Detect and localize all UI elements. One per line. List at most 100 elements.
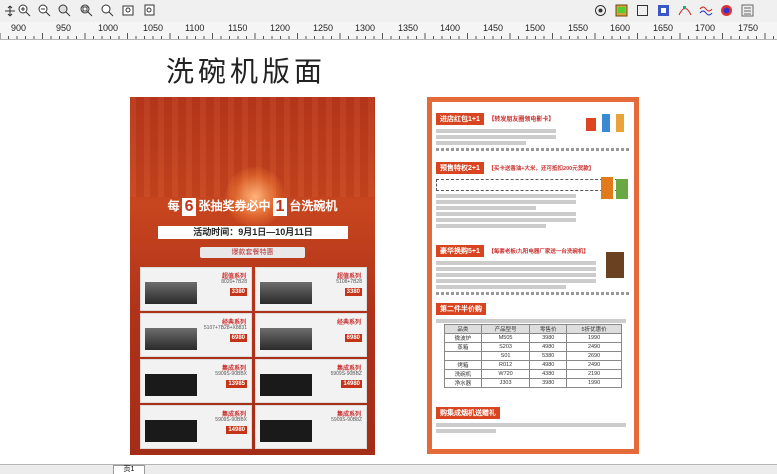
product-card[interactable]: 集成系列 5909S-90B8Z <box>255 405 367 449</box>
table-cell: 净水器 <box>444 378 482 388</box>
section-exchange: 豪华换购5+1 【每套老板/九阳电器厂家送一台洗碗机】 <box>436 240 630 295</box>
ruler-label: 900 <box>11 23 27 33</box>
table-row: 微波炉 M505 3980 1990 <box>444 333 622 343</box>
page-title: 洗碗机版面 <box>166 55 327 88</box>
bottle-icon <box>616 114 624 132</box>
table-header: 5折优惠价 <box>566 324 622 334</box>
product-card[interactable]: 集成系列 5909S-90BBX 13985 <box>140 359 252 403</box>
zoom-all-icon[interactable] <box>79 3 94 18</box>
dishwasher-icon <box>606 252 624 278</box>
ruler-label: 1400 <box>440 23 461 33</box>
table-cell: 2490 <box>566 360 622 370</box>
color-wheel-icon[interactable] <box>719 3 734 18</box>
table-cell: 烤箱 <box>444 360 482 370</box>
table-cell: 2690 <box>566 351 622 361</box>
layer-icon[interactable] <box>740 3 755 18</box>
table-cell: J303 <box>480 378 531 388</box>
section-body <box>436 423 626 433</box>
product-series: 经典系列 <box>336 320 361 326</box>
ruler-label: 1150 <box>228 23 248 33</box>
ruler-label: 1050 <box>143 23 164 33</box>
zoom-width-icon[interactable] <box>121 3 136 18</box>
section-red-envelope: 进店红包1+1 【转发朋友圈领电影卡】 <box>436 108 630 151</box>
pan-icon[interactable] <box>2 3 17 18</box>
table-cell: 4980 <box>529 360 568 370</box>
table-row: S01 5380 2690 <box>444 351 622 361</box>
toolbar <box>0 0 777 23</box>
section-label: 爆款套餐特惠 <box>200 247 305 258</box>
product-price: 14980 <box>341 380 362 388</box>
rice-bag-icon <box>616 179 628 199</box>
ruler-label: 1250 <box>313 23 334 33</box>
bitmap-icon[interactable] <box>614 3 629 18</box>
ruler-label: 1450 <box>483 23 504 33</box>
product-price: 6980 <box>344 334 362 342</box>
headline-number-1: 6 <box>181 197 197 216</box>
cooktop-image <box>260 328 312 350</box>
section-body <box>436 194 576 228</box>
ruler-label: 1550 <box>568 23 589 33</box>
product-price: 13985 <box>226 380 247 388</box>
ruler-label: 1000 <box>98 23 119 33</box>
ruler-label: 1600 <box>610 23 631 33</box>
section-tag: 【买卡送香油+大米，还可抵扣200元货款】 <box>488 166 595 172</box>
ruler-label: 1700 <box>695 23 716 33</box>
integrated-stove-image <box>145 374 197 396</box>
range-hood-image <box>260 282 312 304</box>
bottle-icon <box>602 114 610 132</box>
drawing-canvas[interactable] <box>0 40 777 465</box>
section-tag: 【转发朋友圈领电影卡】 <box>488 117 555 123</box>
zoom-selection-icon[interactable] <box>57 3 72 18</box>
table-cell: 蒸箱 <box>444 342 482 352</box>
headline-number-2: 1 <box>272 197 288 216</box>
product-model: 5108+7B28 <box>336 279 362 285</box>
headline-mid: 张抽奖券必中 <box>198 199 271 213</box>
node-edit-icon[interactable] <box>677 3 692 18</box>
product-model: 5909S-90B8Z <box>331 417 362 423</box>
product-card[interactable]: 经典系列 6980 <box>255 313 367 357</box>
integrated-stove-image <box>260 420 312 442</box>
red-envelope-icon <box>586 118 596 131</box>
zoom-in-icon[interactable] <box>17 3 32 18</box>
section-heading: 豪华换购5+1 <box>436 245 484 257</box>
curve-icon[interactable] <box>698 3 713 18</box>
zoom-page-icon[interactable] <box>100 3 115 18</box>
product-model: 5909S-90BBX <box>215 371 247 377</box>
frame-icon[interactable] <box>635 3 650 18</box>
section-heading: 进店红包1+1 <box>436 113 484 125</box>
target-icon[interactable] <box>593 3 608 18</box>
table-cell: 4980 <box>529 342 568 352</box>
table-header: 产品型号 <box>480 324 531 334</box>
ruler-label: 1350 <box>398 23 419 33</box>
table-cell: 2190 <box>566 369 622 379</box>
flyer-right[interactable]: 进店红包1+1 【转发朋友圈领电影卡】 预售特权2+1 【买卡送香油+大米，还可… <box>427 97 639 454</box>
table-row: 烤箱 R012 4980 2490 <box>444 360 622 370</box>
integrated-stove-image <box>145 420 197 442</box>
product-card[interactable]: 集成系列 5909S-90BBZ 14980 <box>255 359 367 403</box>
ruler-ticks <box>0 33 774 39</box>
table-cell: S203 <box>480 342 531 352</box>
product-card[interactable]: 经典系列 5107+7B28+X8831 6980 <box>140 313 252 357</box>
zoom-out-icon[interactable] <box>37 3 52 18</box>
product-card[interactable]: 超值系列 8020+7B28 3380 <box>140 267 252 311</box>
section-tag: 【每套老板/九阳电器厂家送一台洗碗机】 <box>488 249 589 255</box>
product-card[interactable]: 超值系列 5108+7B28 3380 <box>255 267 367 311</box>
table-cell: 4380 <box>529 369 568 379</box>
product-price: 14980 <box>226 426 247 434</box>
product-price: 3380 <box>229 288 247 296</box>
ruler-label: 950 <box>56 23 72 33</box>
zoom-height-icon[interactable] <box>142 3 157 18</box>
product-card[interactable]: 集成系列 5909S-90BBX 14980 <box>140 405 252 449</box>
section-body <box>436 319 626 323</box>
fill-icon[interactable] <box>656 3 671 18</box>
table-row: 净水器 J303 3980 1990 <box>444 378 622 388</box>
dashed-divider <box>436 148 630 151</box>
table-cell: 3980 <box>529 333 568 343</box>
table-row: 洗碗机 W720 4380 2190 <box>444 369 622 379</box>
flyer-left[interactable]: 每 6 张抽奖券必中 1 台洗碗机 活动时间：9月1日—10月11日 爆款套餐特惠 超值… <box>130 97 375 455</box>
section-heading: 预售特权2+1 <box>436 162 484 174</box>
section-heading: 购集成烟机送赠礼 <box>436 407 500 419</box>
section-heading: 第二件半价购 <box>436 303 486 315</box>
table-row: 蒸箱 S203 4980 2490 <box>444 342 622 352</box>
horizontal-ruler[interactable]: 900 950 1000 1050 1100 1150 1200 1250 13… <box>0 22 777 40</box>
